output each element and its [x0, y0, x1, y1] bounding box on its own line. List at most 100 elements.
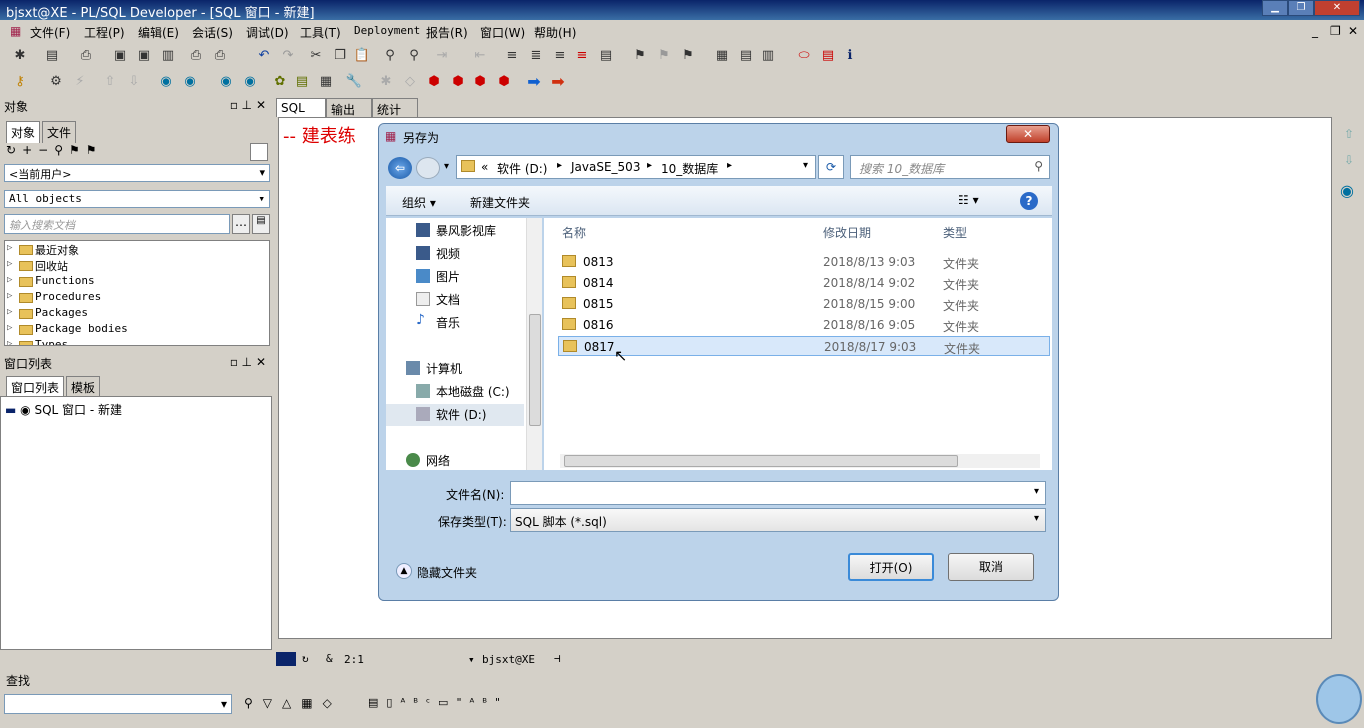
help-icon[interactable]: ? — [1020, 192, 1038, 210]
folder-search-input[interactable]: 搜索 10_数据库 ⚲ — [850, 155, 1050, 179]
filter2-icon[interactable]: ⚑ — [86, 143, 103, 157]
save-as-icon[interactable]: ▣ — [134, 46, 154, 66]
file-row[interactable]: 0813 2018/8/13 9:03 文件夹 — [558, 252, 1050, 272]
menu-debug[interactable]: 调试(D) — [246, 24, 289, 41]
panel-close-icon[interactable]: ✕ — [256, 355, 266, 369]
uncomment-icon[interactable]: ≣ — [526, 46, 546, 66]
comment-icon[interactable]: ≡ — [502, 46, 522, 66]
menu-session[interactable]: 会话(S) — [192, 24, 233, 41]
nav-item[interactable]: 视频 — [416, 245, 460, 262]
info-icon[interactable]: ℹ — [840, 46, 860, 66]
remove-icon[interactable]: − — [38, 143, 54, 157]
search-options-icon[interactable]: ▤ — [252, 214, 270, 234]
expand-icon[interactable]: ▷ — [7, 291, 12, 301]
redo-icon[interactable]: ↷ — [278, 46, 298, 66]
regex-icon[interactable]: "ᴬᴮ" — [456, 696, 508, 709]
tree-item[interactable]: ▷ Packages — [5, 306, 269, 322]
tree-item[interactable]: ▷ Procedures — [5, 290, 269, 306]
horizontal-scrollbar-thumb[interactable] — [564, 455, 958, 467]
tree-item[interactable]: ▷ Types — [5, 338, 269, 345]
panel-pin-icon[interactable]: ⊥ — [242, 98, 252, 112]
forward-button[interactable] — [416, 157, 440, 179]
lower-icon[interactable]: ≡ — [572, 46, 592, 66]
panel-restore-icon[interactable]: ▫ — [230, 355, 238, 369]
print-preview-icon[interactable]: ⎙ — [186, 46, 206, 66]
breakpoint-icon[interactable]: ✱ — [376, 72, 396, 92]
breadcrumb-back[interactable]: « — [481, 160, 488, 174]
nav-item[interactable]: 图片 — [416, 268, 460, 285]
column-name[interactable]: 名称 — [562, 224, 586, 241]
menu-file[interactable]: 文件(F) — [30, 24, 70, 41]
tab-objects[interactable]: 对象 — [6, 121, 41, 143]
column-date[interactable]: 修改日期 — [823, 224, 871, 241]
beautify-icon[interactable]: ⚑ — [630, 46, 650, 66]
user-select[interactable]: <当前用户> ▾ — [4, 164, 270, 182]
menu-window[interactable]: 窗口(W) — [480, 24, 525, 41]
explain-icon[interactable]: ✿ — [270, 72, 290, 92]
undo-icon[interactable]: ↶ — [254, 46, 274, 66]
maximize-button[interactable]: ❐ — [1288, 0, 1314, 16]
arrow-right-red-icon[interactable]: ➡ — [548, 72, 568, 92]
nav-network[interactable]: 网络 — [406, 452, 450, 469]
tool-icon[interactable]: ⚑ — [654, 46, 674, 66]
menu-project[interactable]: 工程(P) — [84, 24, 125, 41]
expand-icon[interactable]: ▷ — [7, 339, 12, 345]
close-window-button[interactable]: ✕ — [1314, 0, 1360, 16]
run-icon[interactable]: ⬢ — [448, 72, 468, 92]
upper-icon[interactable]: ≡ — [550, 46, 570, 66]
address-bar[interactable]: « 软件 (D:) ▸ JavaSE_503 ▸ 10_数据库 ▸ ▾ — [456, 155, 816, 179]
breadcrumb-folder[interactable]: JavaSE_503 — [571, 160, 640, 174]
new-folder-button[interactable]: 新建文件夹 — [470, 194, 530, 211]
list-item[interactable]: ▬ ◉ SQL 窗口 - 新建 — [1, 397, 271, 422]
mdi-close-icon[interactable]: ✕ — [1348, 24, 1358, 38]
menu-edit[interactable]: 编辑(E) — [138, 24, 179, 41]
view-options-icon[interactable]: ☷ ▾ — [958, 193, 979, 207]
panel-restore-icon[interactable]: ▫ — [230, 98, 238, 112]
menu-deployment[interactable]: Deployment — [354, 24, 420, 37]
commit-icon[interactable]: ⇧ — [100, 72, 120, 92]
copy-icon[interactable]: ❐ — [330, 46, 350, 66]
tree-item[interactable]: ▷ Functions — [5, 274, 269, 290]
case-icon[interactable]: ᴬᴮᶜ — [400, 696, 438, 709]
print-icon[interactable]: ⎙ — [76, 46, 96, 66]
breadcrumb-separator-icon[interactable]: ▸ — [647, 160, 652, 171]
nav-computer[interactable]: 计算机 — [406, 360, 462, 377]
tree-item[interactable]: ▷ 最近对象 — [5, 242, 269, 258]
nav-item[interactable]: 暴风影视库 — [416, 222, 496, 239]
hide-folders-toggle[interactable]: 隐藏文件夹 — [417, 564, 477, 581]
save-icon[interactable]: ▣ — [110, 46, 130, 66]
search-more-button[interactable]: … — [232, 214, 250, 234]
stop-icon[interactable]: ⬢ — [424, 72, 444, 92]
nav-down-icon[interactable]: ⇩ — [1344, 153, 1354, 167]
paste-icon[interactable]: 📋 — [352, 46, 372, 66]
save-all-icon[interactable]: ▥ — [158, 46, 178, 66]
pdf-icon[interactable]: ▤ — [818, 46, 838, 66]
filter-select[interactable]: All objects ▾ — [4, 190, 270, 208]
panel-close-icon[interactable]: ✕ — [256, 98, 266, 112]
doc-icon[interactable]: ▤ — [596, 46, 616, 66]
tab-files[interactable]: 文件 — [42, 121, 77, 143]
rollback-icon[interactable]: ⇩ — [124, 72, 144, 92]
cancel-button[interactable]: 取消 — [948, 553, 1034, 581]
open-icon[interactable]: ▤ — [42, 46, 62, 66]
add-icon[interactable]: + — [22, 143, 38, 157]
expand-icon[interactable]: ▷ — [7, 243, 12, 253]
back-button[interactable]: ⇦ — [388, 157, 412, 179]
column-type[interactable]: 类型 — [943, 224, 967, 241]
menu-help[interactable]: 帮助(H) — [534, 24, 576, 41]
breadcrumb-separator-icon[interactable]: ▸ — [557, 160, 562, 171]
wrench-icon[interactable]: 🔧 — [344, 72, 364, 92]
word-icon[interactable]: ▭ — [438, 696, 456, 709]
find-input[interactable]: ▾ — [4, 694, 232, 714]
refresh-icon[interactable]: ↻ — [302, 652, 309, 665]
tile-vertical-icon[interactable]: ▥ — [758, 46, 778, 66]
pin-icon[interactable]: ⊣ — [554, 652, 561, 665]
horizontal-scrollbar[interactable] — [560, 454, 1040, 468]
step-out-icon[interactable]: ⬢ — [494, 72, 514, 92]
filter-icon[interactable]: ⚑ — [69, 143, 86, 157]
menu-tools[interactable]: 工具(T) — [300, 24, 341, 41]
refresh-icon[interactable]: ↻ — [6, 143, 22, 157]
oracle-icon[interactable]: ⬭ — [794, 46, 814, 66]
break-icon[interactable]: ⚡ — [70, 72, 90, 92]
eraser-icon[interactable]: ◇ — [400, 72, 420, 92]
